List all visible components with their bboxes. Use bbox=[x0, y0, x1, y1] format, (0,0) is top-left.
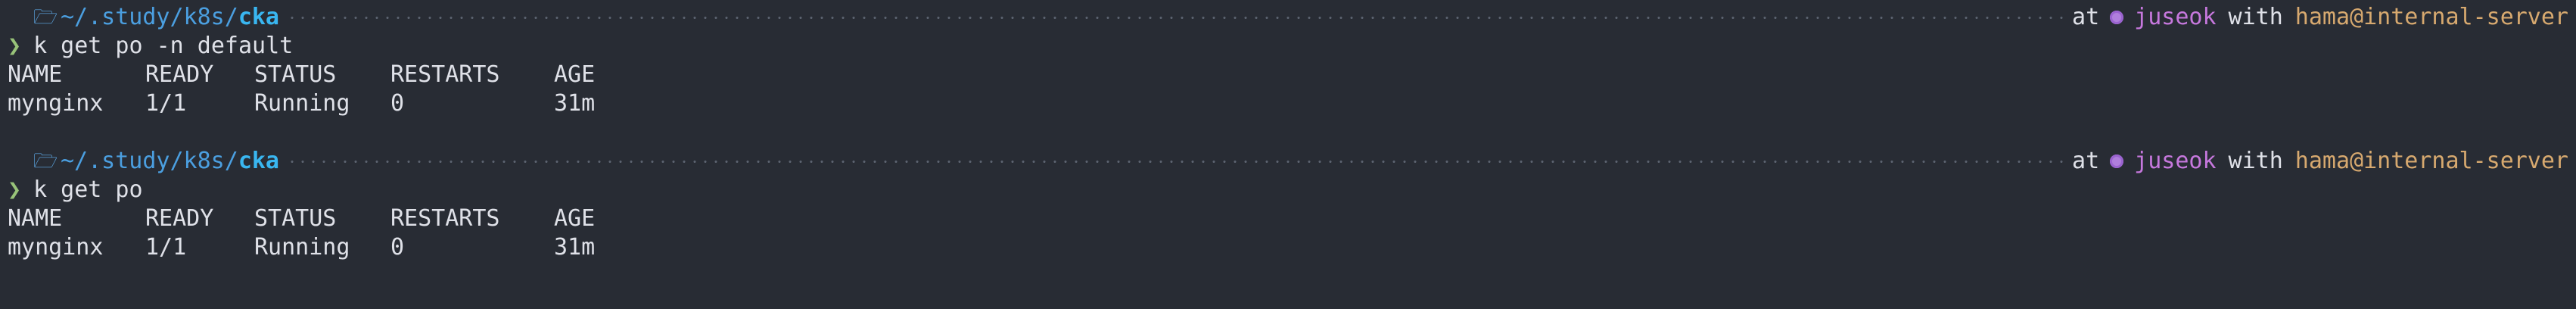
path-prefix: ~/.study/k8s/ bbox=[61, 4, 238, 30]
prompt-filler-dots bbox=[287, 147, 2065, 176]
cell-name: mynginx bbox=[8, 234, 104, 261]
column-header: STATUS bbox=[254, 61, 337, 88]
column-header: READY bbox=[145, 205, 214, 232]
folder-icon: 🗁 bbox=[33, 150, 58, 173]
table-header-row: NAME READY STATUS RESTARTS AGE bbox=[8, 204, 2568, 233]
cell-status: Running bbox=[254, 90, 350, 117]
cell-name: mynginx bbox=[8, 90, 104, 117]
at-label: at bbox=[2072, 4, 2100, 30]
column-header: STATUS bbox=[254, 205, 337, 232]
column-header: RESTARTS bbox=[390, 61, 500, 88]
table-header-row: NAME READY STATUS RESTARTS AGE bbox=[8, 61, 2568, 89]
command-text: k get po -n default bbox=[33, 33, 294, 59]
column-header: AGE bbox=[554, 205, 596, 232]
cell-ready: 1/1 bbox=[145, 234, 187, 261]
user-host: hama@internal-server bbox=[2294, 4, 2568, 30]
kube-context: juseok bbox=[2134, 148, 2217, 174]
at-label: at bbox=[2072, 148, 2100, 174]
command-line: ❯ k get po bbox=[8, 176, 2568, 204]
column-header: RESTARTS bbox=[390, 205, 500, 232]
with-label: with bbox=[2228, 148, 2283, 174]
table-row: mynginx 1/1 Running 0 31m bbox=[8, 233, 2568, 262]
folder-icon: 🗁 bbox=[33, 6, 58, 29]
cell-ready: 1/1 bbox=[145, 90, 187, 117]
prompt-chevron-icon: ❯ bbox=[8, 33, 22, 59]
prompt-filler-dots bbox=[287, 3, 2065, 32]
cell-restarts: 0 bbox=[390, 90, 405, 117]
command-text: k get po bbox=[33, 176, 143, 203]
kubernetes-icon bbox=[2110, 154, 2124, 168]
path-prefix: ~/.study/k8s/ bbox=[61, 148, 238, 174]
path-current-dir: cka bbox=[238, 4, 279, 30]
user-host: hama@internal-server bbox=[2294, 148, 2568, 174]
prompt-line: 🗁 ~/.study/k8s/cka at juseok with hama@i… bbox=[8, 3, 2568, 32]
kubernetes-icon bbox=[2110, 11, 2124, 24]
column-header: NAME bbox=[8, 205, 63, 232]
cell-status: Running bbox=[254, 234, 350, 261]
column-header: READY bbox=[145, 61, 214, 88]
command-line: ❯ k get po -n default bbox=[8, 32, 2568, 61]
cell-age: 31m bbox=[554, 234, 596, 261]
prompt-chevron-icon: ❯ bbox=[8, 176, 22, 203]
kube-context: juseok bbox=[2134, 4, 2217, 30]
column-header: NAME bbox=[8, 61, 63, 88]
terminal-window[interactable]: 🗁 ~/.study/k8s/cka at juseok with hama@i… bbox=[0, 0, 2576, 309]
cell-restarts: 0 bbox=[390, 234, 405, 261]
prompt-line: 🗁 ~/.study/k8s/cka at juseok with hama@i… bbox=[8, 147, 2568, 176]
column-header: AGE bbox=[554, 61, 596, 88]
cell-age: 31m bbox=[554, 90, 596, 117]
with-label: with bbox=[2228, 4, 2283, 30]
table-row: mynginx 1/1 Running 0 31m bbox=[8, 89, 2568, 118]
path-current-dir: cka bbox=[238, 148, 279, 174]
